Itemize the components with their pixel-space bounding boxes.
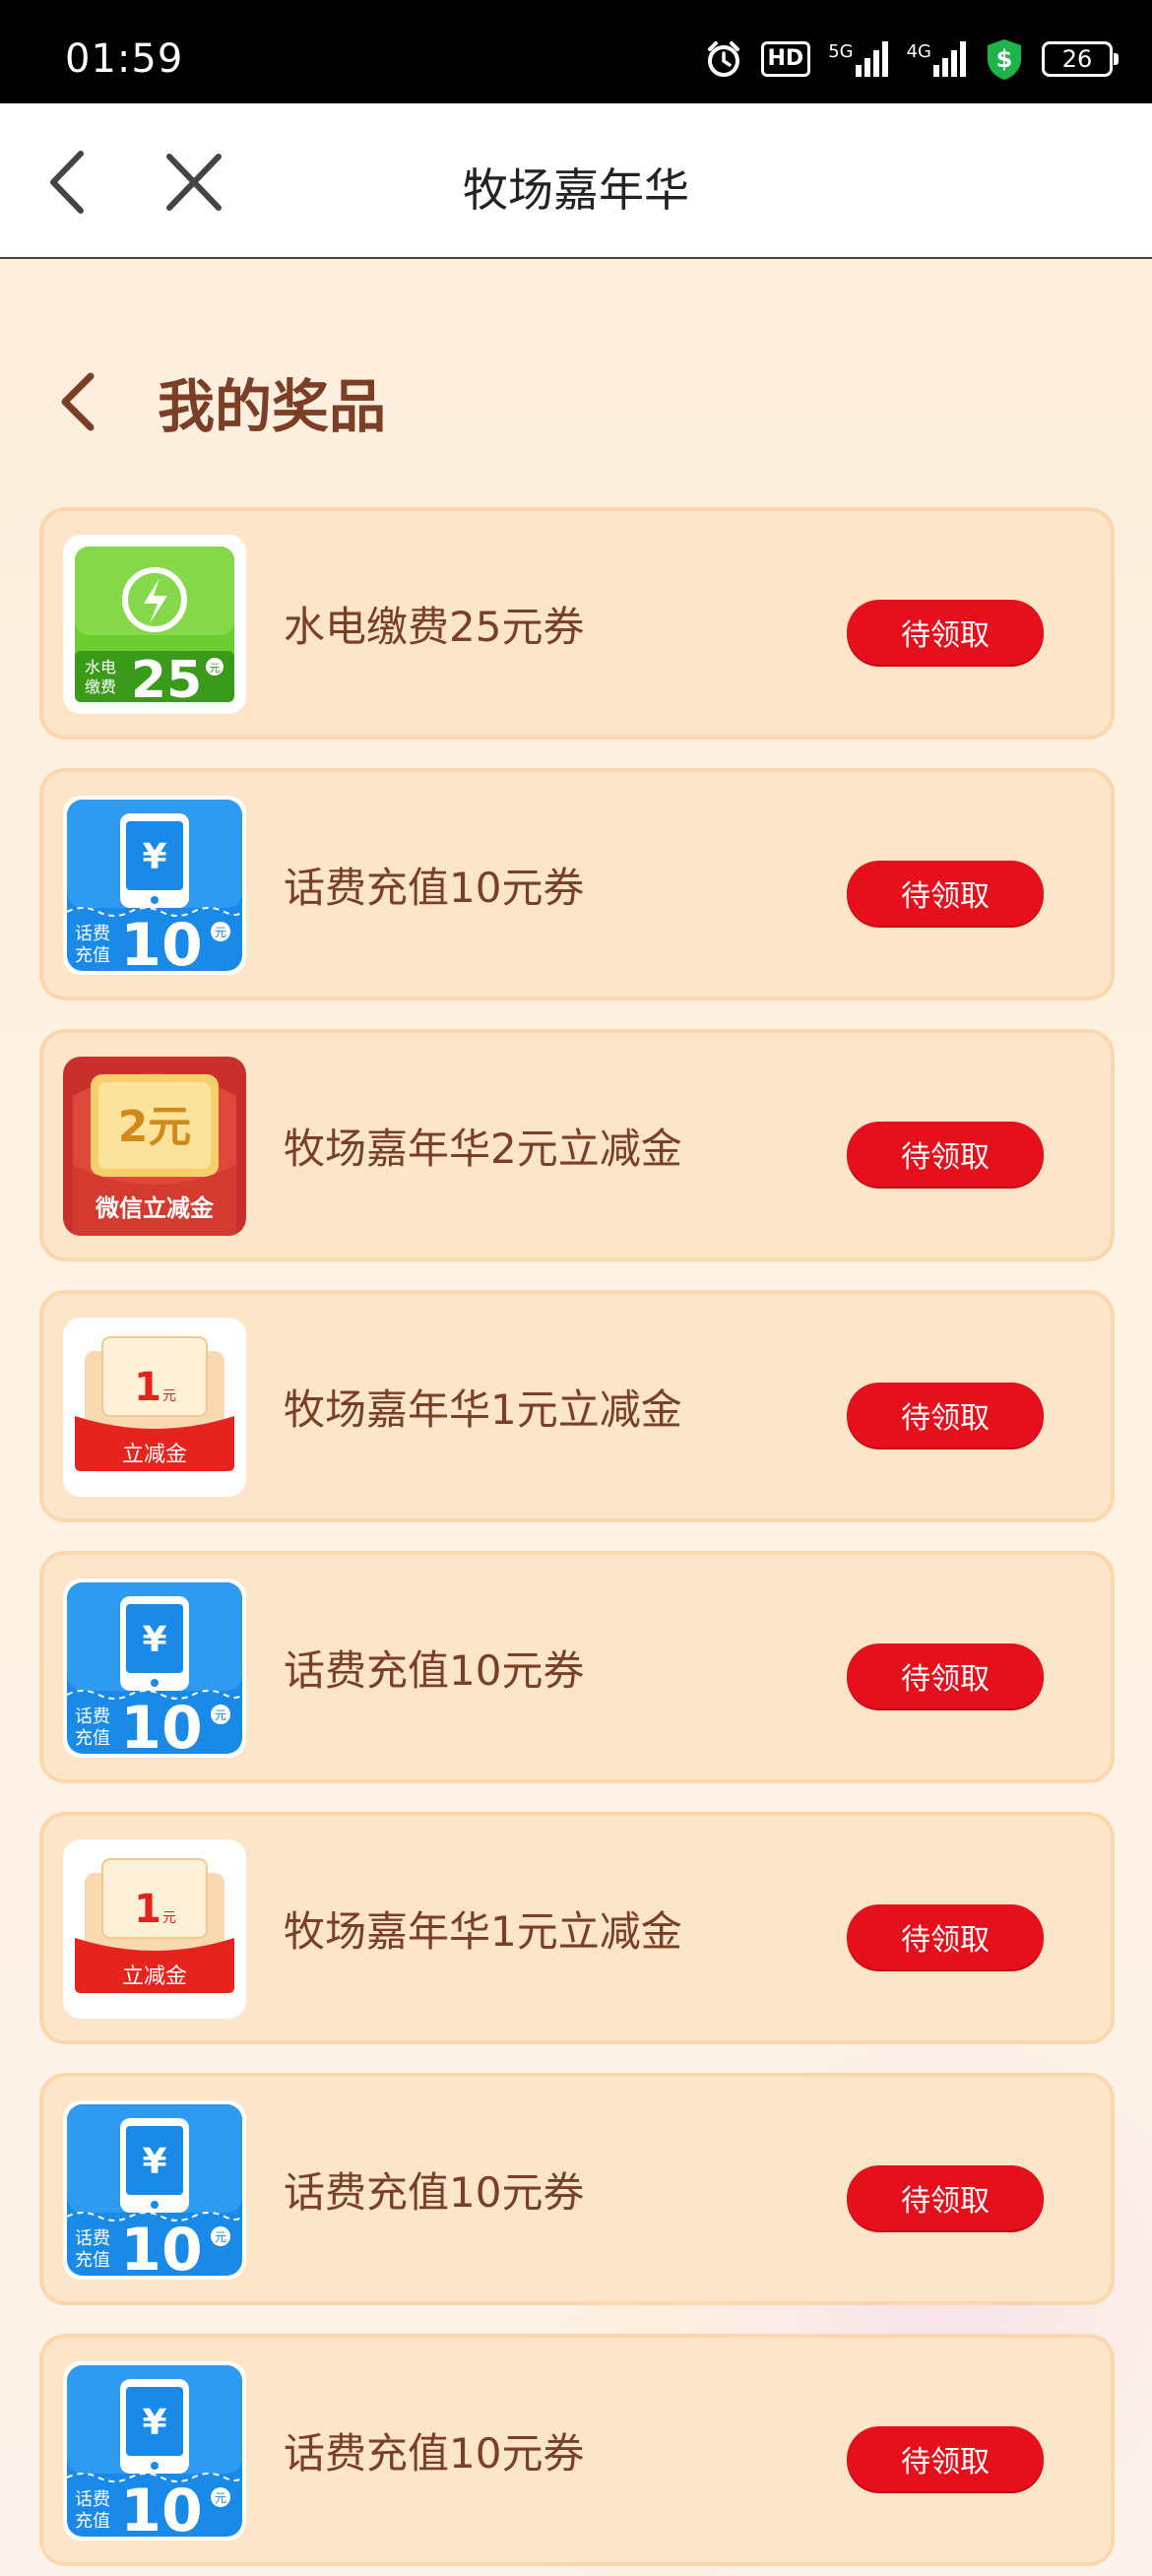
thumbnail-text: 1 — [134, 1365, 161, 1410]
claim-button[interactable]: 待领取 — [847, 2426, 1044, 2491]
status-bar: 01:59 HD 5G 4G $ 26 — [0, 0, 1152, 103]
discount-envelope-icon: 1 元 立减金 — [63, 1839, 246, 2019]
prize-thumbnail: 2元 微信立减金 — [63, 1057, 246, 1236]
thumbnail-text: 10 — [120, 2477, 203, 2541]
thumbnail-text: 10 — [120, 2216, 203, 2280]
hd-voice-icon: HD — [760, 41, 811, 77]
status-icons: HD 5G 4G $ 26 — [704, 37, 1119, 81]
thumbnail-text: 话费 — [75, 2489, 110, 2510]
prize-name: 话费充值10元券 — [284, 863, 585, 912]
main-content: 我的奖品 水电 缴费 25 元 水电缴费25元券 待领取 ¥ 话费 充值 10 元… — [0, 259, 1152, 2576]
prize-thumbnail: ¥ 话费 充值 10 元 — [63, 1578, 246, 1758]
signal-4g-icon: 4G — [907, 41, 967, 77]
section-title: 我的奖品 — [158, 373, 387, 440]
prize-name: 牧场嘉年华1元立减金 — [284, 1385, 682, 1434]
prize-thumbnail: ¥ 话费 充值 10 元 — [63, 796, 246, 975]
thumbnail-text: 微信立减金 — [95, 1194, 215, 1222]
claim-button[interactable]: 待领取 — [847, 2165, 1044, 2230]
prize-card: 水电 缴费 25 元 水电缴费25元券 待领取 — [39, 507, 1115, 740]
prize-thumbnail: 1 元 立减金 — [63, 1318, 246, 1497]
page-title: 牧场嘉年华 — [463, 163, 689, 217]
section-header: 我的奖品 — [49, 357, 386, 446]
thumbnail-text: 元 — [215, 926, 226, 939]
prize-name: 牧场嘉年华1元立减金 — [284, 1906, 682, 1956]
thumbnail-text: 立减金 — [122, 1964, 187, 1989]
thumbnail-text: 元 — [162, 1388, 176, 1404]
prize-name: 水电缴费25元券 — [284, 602, 585, 651]
prize-thumbnail: 水电 缴费 25 元 — [63, 535, 246, 714]
thumbnail-text: 充值 — [75, 945, 110, 966]
prize-list: 水电 缴费 25 元 水电缴费25元券 待领取 ¥ 话费 充值 10 元 话费充值… — [39, 507, 1115, 2576]
battery-icon: 26 — [1042, 41, 1119, 77]
thumbnail-text: 元 — [215, 2230, 226, 2244]
thumbnail-text: 充值 — [75, 1728, 110, 1749]
thumbnail-text: 缴费 — [85, 677, 116, 696]
security-shield-icon: $ — [985, 37, 1024, 81]
phone-recharge-coupon-icon: ¥ 话费 充值 10 元 — [66, 2104, 243, 2280]
thumbnail-text: ¥ — [142, 2403, 166, 2443]
prize-thumbnail: 1 元 立减金 — [63, 1839, 246, 2019]
thumbnail-text: 话费 — [75, 1707, 110, 1727]
thumbnail-text: ¥ — [142, 1620, 166, 1660]
prize-card: ¥ 话费 充值 10 元 话费充值10元券 待领取 — [39, 1551, 1115, 1783]
alarm-icon — [704, 39, 743, 79]
prize-name: 牧场嘉年华2元立减金 — [284, 1124, 682, 1173]
claim-button[interactable]: 待领取 — [847, 1904, 1044, 1969]
signal-5g-icon: 5G — [828, 41, 888, 77]
network-4g-label: 4G — [906, 41, 931, 62]
claim-button[interactable]: 待领取 — [847, 1643, 1044, 1708]
discount-envelope-icon: 1 元 立减金 — [63, 1318, 246, 1497]
claim-button[interactable]: 待领取 — [847, 861, 1044, 926]
claim-button[interactable]: 待领取 — [847, 600, 1044, 665]
section-back-icon[interactable] — [49, 362, 108, 441]
thumbnail-text: 充值 — [75, 2511, 110, 2532]
phone-recharge-coupon-icon: ¥ 话费 充值 10 元 — [66, 2365, 243, 2541]
prize-thumbnail: ¥ 话费 充值 10 元 — [63, 2361, 246, 2541]
battery-level: 26 — [1061, 45, 1093, 73]
prize-thumbnail: ¥ 话费 充值 10 元 — [63, 2100, 246, 2280]
prize-card: 1 元 立减金 牧场嘉年华1元立减金 待领取 — [39, 1812, 1115, 2044]
prize-card: ¥ 话费 充值 10 元 话费充值10元券 待领取 — [39, 2334, 1115, 2566]
status-time: 01:59 — [65, 36, 184, 82]
thumbnail-text: ¥ — [142, 2142, 166, 2182]
svg-text:$: $ — [996, 45, 1013, 73]
title-bar: 牧场嘉年华 — [0, 103, 1152, 259]
thumbnail-text: 元 — [215, 1708, 226, 1722]
thumbnail-text: 立减金 — [122, 1443, 187, 1467]
prize-card: 2元 微信立减金 牧场嘉年华2元立减金 待领取 — [39, 1029, 1115, 1261]
thumbnail-text: 充值 — [75, 2250, 110, 2271]
thumbnail-text: ¥ — [142, 837, 166, 877]
prize-name: 话费充值10元券 — [284, 2167, 585, 2217]
thumbnail-text: 10 — [120, 911, 203, 975]
thumbnail-text: 话费 — [75, 924, 110, 944]
thumbnail-text: 话费 — [75, 2228, 110, 2249]
thumbnail-text: 元 — [215, 2491, 226, 2505]
thumbnail-text: 10 — [120, 1694, 203, 1758]
prize-card: 1 元 立减金 牧场嘉年华1元立减金 待领取 — [39, 1290, 1115, 1522]
thumbnail-text: 1 — [134, 1887, 161, 1932]
prize-name: 话费充值10元券 — [284, 1645, 585, 1695]
prize-name: 话费充值10元券 — [284, 2428, 585, 2478]
prize-card: ¥ 话费 充值 10 元 话费充值10元券 待领取 — [39, 2073, 1115, 2305]
phone-recharge-coupon-icon: ¥ 话费 充值 10 元 — [66, 800, 243, 975]
thumbnail-text: 水电 — [85, 658, 116, 676]
wechat-discount-icon: 2元 微信立减金 — [63, 1057, 246, 1236]
prize-card: ¥ 话费 充值 10 元 话费充值10元券 待领取 — [39, 768, 1115, 1000]
thumbnail-text: 25 — [131, 651, 202, 710]
thumbnail-text: 2元 — [118, 1102, 192, 1152]
network-5g-label: 5G — [828, 41, 854, 62]
claim-button[interactable]: 待领取 — [847, 1122, 1044, 1187]
thumbnail-text: 元 — [162, 1910, 176, 1926]
phone-recharge-coupon-icon: ¥ 话费 充值 10 元 — [66, 1582, 243, 1758]
utility-coupon-icon: 水电 缴费 25 元 — [75, 547, 234, 710]
claim-button[interactable]: 待领取 — [847, 1383, 1044, 1448]
thumbnail-text: 元 — [210, 662, 221, 675]
